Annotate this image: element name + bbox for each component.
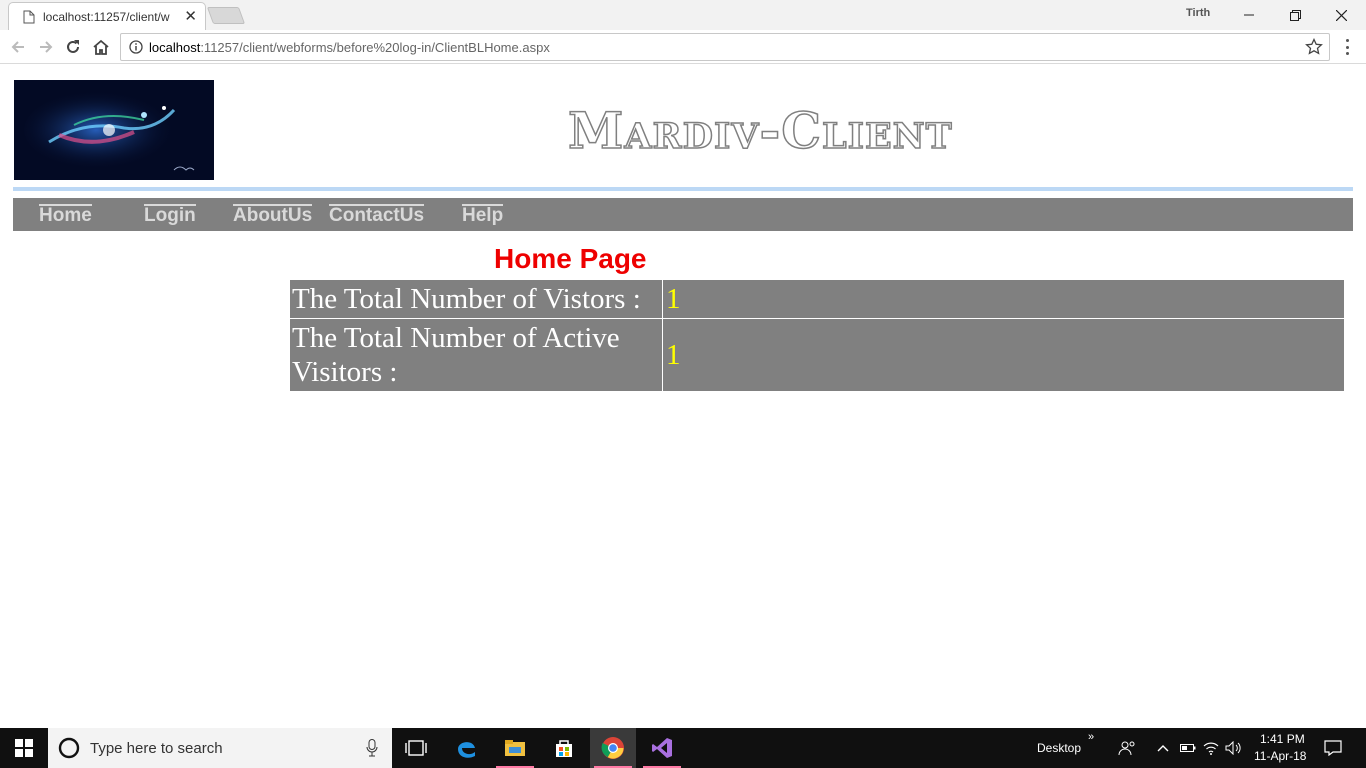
desktop-toolbar-label[interactable]: Desktop (1037, 741, 1081, 755)
store-icon[interactable] (541, 728, 587, 768)
battery-icon[interactable] (1176, 728, 1200, 768)
windows-taskbar: Type here to search Desktop » 1:41 PM 11… (0, 728, 1366, 768)
cortana-icon (58, 737, 80, 759)
main-menu: Home Login AboutUs ContactUs Help (13, 198, 1353, 231)
menu-item-aboutus[interactable]: AboutUs (233, 204, 313, 226)
people-icon[interactable] (1110, 728, 1144, 768)
file-explorer-icon[interactable] (492, 728, 538, 768)
chrome-icon[interactable] (590, 728, 636, 768)
tab-strip: localhost:11257/client/w ✕ Tirth (0, 0, 1366, 30)
menu-item-help[interactable]: Help (462, 204, 504, 226)
url-path: :11257/client/webforms/before%20log-in/C… (200, 39, 550, 55)
menu-item-contactus[interactable]: ContactUs (329, 204, 425, 226)
forward-icon[interactable] (35, 36, 57, 58)
search-placeholder: Type here to search (90, 739, 223, 757)
task-view-icon[interactable] (393, 728, 439, 768)
minimize-icon[interactable] (1226, 0, 1272, 30)
action-center-icon[interactable] (1318, 728, 1348, 768)
total-visitors-value: 1 (663, 280, 1344, 318)
volume-icon[interactable] (1222, 728, 1246, 768)
clock-time[interactable]: 1:41 PM (1260, 732, 1305, 746)
show-hidden-icons-chevron-icon[interactable] (1152, 728, 1174, 768)
web-page: Mardiv-Client Home Login AboutUs Contact… (0, 65, 1366, 728)
info-icon[interactable] (129, 40, 143, 54)
taskbar-search-box[interactable]: Type here to search (48, 728, 392, 768)
visual-studio-icon[interactable] (639, 728, 685, 768)
browser-tab[interactable]: localhost:11257/client/w ✕ (8, 2, 206, 30)
page-icon (23, 10, 35, 23)
profile-name[interactable]: Tirth (1186, 7, 1210, 19)
total-visitors-label: The Total Number of Vistors : (290, 280, 662, 318)
banner-artwork (14, 80, 214, 180)
back-icon[interactable] (7, 36, 29, 58)
active-visitors-value: 1 (663, 319, 1344, 391)
site-title: Mardiv-Client (567, 100, 953, 161)
menu-item-login[interactable]: Login (144, 204, 196, 226)
browser-toolbar: localhost:11257/client/webforms/before%2… (0, 30, 1366, 64)
restore-icon[interactable] (1272, 0, 1318, 30)
tab-title: localhost:11257/client/w (43, 9, 170, 24)
banner-image (14, 80, 214, 180)
home-icon[interactable] (90, 36, 112, 58)
reload-icon[interactable] (62, 36, 84, 58)
microphone-icon[interactable] (366, 739, 378, 757)
table-row: The Total Number of Vistors : 1 (290, 280, 1344, 318)
close-tab-icon[interactable]: ✕ (184, 9, 197, 24)
wifi-icon[interactable] (1200, 728, 1222, 768)
url-text: localhost:11257/client/webforms/before%2… (149, 40, 550, 55)
page-heading: Home Page (494, 243, 647, 274)
table-row: The Total Number of Active Visitors : 1 (290, 319, 1344, 391)
menu-item-home[interactable]: Home (39, 204, 92, 226)
windows-start-icon[interactable] (0, 728, 48, 768)
bookmark-star-icon[interactable] (1305, 38, 1323, 56)
new-tab-button[interactable] (206, 7, 246, 24)
clock-date[interactable]: 11-Apr-18 (1254, 749, 1306, 763)
url-host: localhost (149, 39, 201, 55)
header-divider (13, 187, 1353, 191)
close-window-icon[interactable] (1318, 0, 1364, 30)
active-visitors-label: The Total Number of Active Visitors : (290, 319, 662, 391)
toolbar-expand-icon[interactable]: » (1088, 731, 1094, 743)
edge-icon[interactable] (443, 728, 489, 768)
address-bar[interactable]: localhost:11257/client/webforms/before%2… (120, 33, 1330, 61)
browser-menu-icon[interactable] (1340, 37, 1354, 57)
visitor-stats-table: The Total Number of Vistors : 1 The Tota… (289, 279, 1345, 392)
